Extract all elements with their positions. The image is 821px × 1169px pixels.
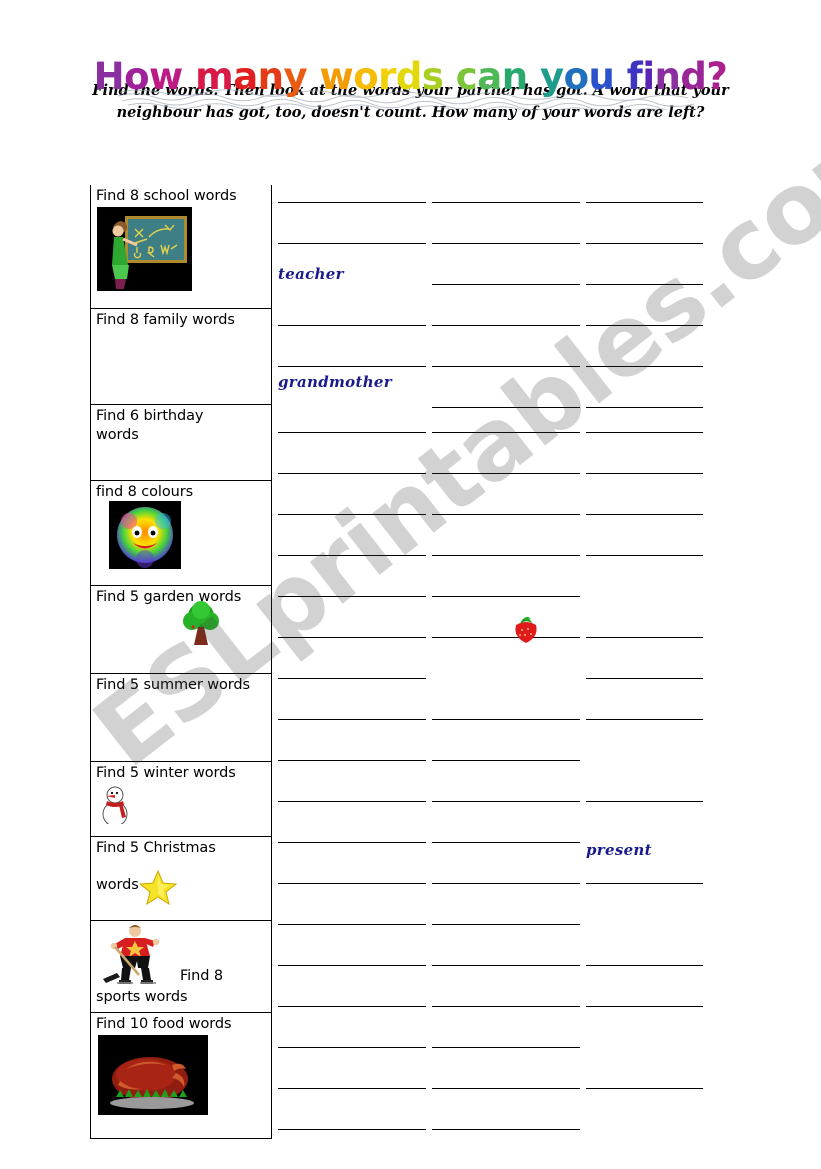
section-cell-birthday[interactable]: Find 6 birthday words (90, 405, 272, 481)
section-label-birthday-line1: Find 6 birthday (96, 408, 204, 424)
title-letter: y (283, 55, 308, 98)
answer-grandmother[interactable]: grandmother (278, 373, 392, 391)
snowman-image (102, 786, 128, 824)
section-label-christmas-line1: Find 5 Christmas (96, 840, 216, 856)
roast-turkey-image (98, 1035, 208, 1115)
title-letter: o (124, 55, 150, 98)
section-cell-garden[interactable]: Find 5 garden words (90, 586, 272, 674)
title-letter: ? (706, 55, 728, 98)
title-letter: i (642, 55, 655, 98)
section-label-school: Find 8 school words (96, 188, 237, 204)
title-letter: r (378, 55, 396, 98)
section-label-winter: Find 5 winter words (96, 765, 236, 781)
title-letter: u (588, 55, 615, 98)
filled-answers-layer: teacher grandmother present (272, 185, 735, 1125)
title-letter: w (319, 55, 354, 98)
section-label-sports-line1: Find 8 (180, 968, 223, 984)
section-cell-school[interactable]: Find 8 school words (90, 185, 272, 309)
title-letter (307, 55, 319, 98)
section-cell-winter[interactable]: Find 5 winter words (90, 762, 272, 837)
answer-teacher[interactable]: teacher (278, 265, 344, 283)
section-cell-summer[interactable]: Find 5 summer words (90, 674, 272, 762)
section-label-christmas-line2: words (96, 877, 139, 894)
title-letter: n (257, 55, 284, 98)
title-letter: d (395, 55, 423, 98)
section-label-summer: Find 5 summer words (96, 677, 250, 693)
title-letter (528, 55, 540, 98)
answer-line[interactable] (278, 1129, 426, 1130)
star-image (139, 869, 177, 905)
section-cell-food[interactable]: Find 10 food words (90, 1013, 272, 1139)
hockey-player-image (103, 925, 160, 984)
title-letter: f (626, 55, 643, 98)
rainbow-smiley-image (109, 501, 181, 569)
title-letter: y (539, 55, 564, 98)
title-letter: o (353, 55, 379, 98)
tree-image (183, 601, 219, 645)
section-label-food: Find 10 food words (96, 1016, 232, 1032)
title-letter: s (421, 55, 444, 98)
section-label-family: Find 8 family words (96, 312, 235, 328)
teacher-blackboard-image (97, 207, 192, 291)
section-cell-family[interactable]: Find 8 family words (90, 309, 272, 405)
section-cell-colours[interactable]: find 8 colours (90, 481, 272, 586)
title-letter (183, 55, 195, 98)
section-label-birthday-line2: words (96, 427, 139, 444)
worksheet-table: teacher grandmother present Find 8 school … (90, 185, 735, 1139)
title-letter: m (195, 55, 234, 98)
page-title: How many words can you find? (94, 58, 728, 95)
title-letter: n (501, 55, 528, 98)
worksheet-header: How many words can you find? Find the wo… (0, 0, 821, 125)
prompt-column: Find 8 school words Find 8 family words … (90, 185, 272, 1139)
title-letter: c (455, 55, 478, 98)
title-letter: H (93, 55, 125, 98)
title-letter: o (563, 55, 589, 98)
section-cell-sports[interactable]: Find 8 sports words (90, 921, 272, 1013)
title-container: How many words can you find? (0, 0, 821, 110)
answer-line[interactable] (432, 1129, 580, 1130)
title-letter: n (654, 55, 681, 98)
title-letter (443, 55, 455, 98)
title-letter: a (233, 55, 258, 98)
strawberry-image (515, 616, 537, 643)
title-letter: w (149, 55, 183, 98)
answer-present[interactable]: present (586, 841, 652, 859)
section-label-colours: find 8 colours (96, 484, 194, 500)
title-letter: a (477, 55, 502, 98)
section-label-sports-line2: sports words (96, 989, 188, 1006)
section-cell-christmas[interactable]: Find 5 Christmas words (90, 837, 272, 921)
title-letter (614, 55, 626, 98)
title-letter: d (680, 55, 707, 98)
